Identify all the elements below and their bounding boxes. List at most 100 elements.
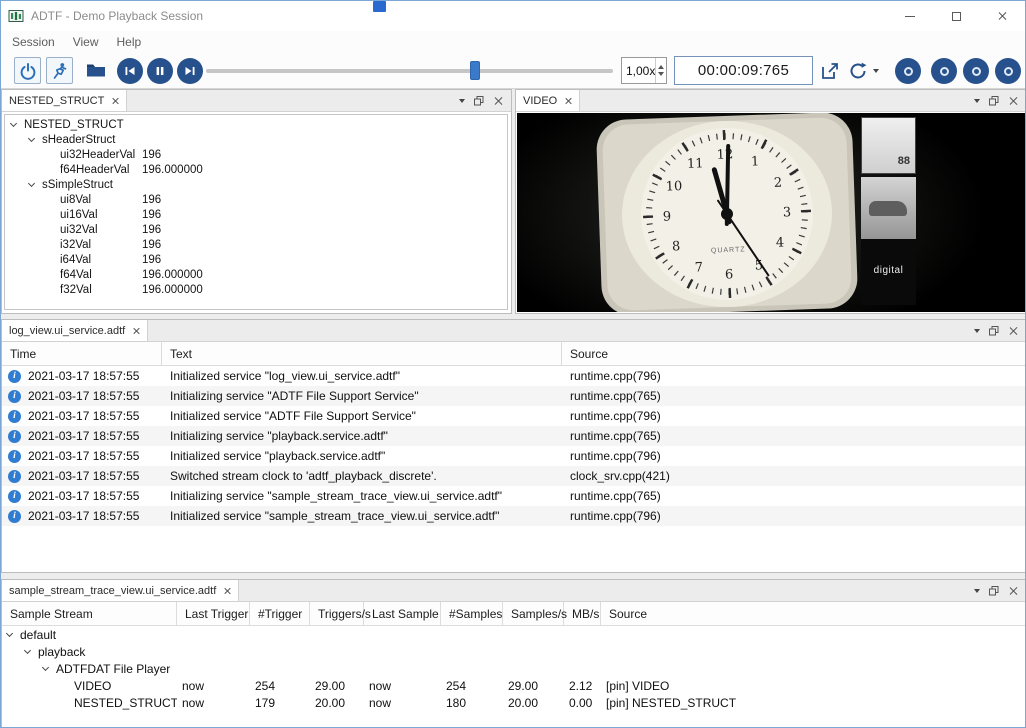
- chevron-down-icon[interactable]: [6, 630, 13, 637]
- tree-item-value: 196: [142, 209, 161, 221]
- trace-column-header[interactable]: #Trigger: [250, 602, 310, 625]
- panel-menu-caret-icon[interactable]: [459, 99, 465, 103]
- log-column-header[interactable]: Time: [2, 342, 162, 365]
- trace-row[interactable]: ADTFDAT File Player: [2, 660, 1026, 677]
- nested-struct-tree: NESTED_STRUCTsHeaderStructui32HeaderVal1…: [4, 114, 508, 310]
- clock-numeral: 2: [774, 176, 783, 191]
- close-button[interactable]: [979, 1, 1025, 31]
- tab-close-icon[interactable]: [111, 97, 119, 105]
- float-panel-icon[interactable]: [989, 586, 999, 596]
- tree-item-label: ui32Val: [60, 224, 98, 236]
- tab-stream-trace[interactable]: sample_stream_trace_view.ui_service.adtf: [2, 580, 239, 601]
- log-row[interactable]: i2021-03-17 18:57:55Switched stream cloc…: [2, 466, 1026, 486]
- clock-numeral: 11: [687, 156, 704, 172]
- tab-log-view[interactable]: log_view.ui_service.adtf: [2, 320, 148, 341]
- round-toolbar-button-2[interactable]: [931, 58, 957, 84]
- loop-dropdown-caret-icon[interactable]: [873, 69, 879, 73]
- panel-menu-caret-icon[interactable]: [974, 329, 980, 333]
- tree-row[interactable]: i64Val196: [5, 252, 507, 267]
- tab-label: NESTED_STRUCT: [9, 95, 104, 107]
- tree-row[interactable]: ui32HeaderVal196: [5, 147, 507, 162]
- tree-row[interactable]: sHeaderStruct: [5, 132, 507, 147]
- log-row[interactable]: i2021-03-17 18:57:55Initializing service…: [2, 386, 1026, 406]
- close-panel-icon[interactable]: [1008, 96, 1018, 106]
- trace-column-header[interactable]: Last Trigger: [177, 602, 250, 625]
- open-file-button[interactable]: [82, 57, 109, 84]
- minimize-button[interactable]: [887, 1, 933, 31]
- close-panel-icon[interactable]: [1008, 586, 1018, 596]
- detach-button[interactable]: [816, 57, 843, 84]
- speed-value: 1,00x: [622, 58, 655, 83]
- trace-column-header[interactable]: Triggers/s: [310, 602, 364, 625]
- panel-menu-caret-icon[interactable]: [974, 99, 980, 103]
- playback-speed-spinbox[interactable]: 1,00x: [621, 57, 667, 84]
- tab-nested-struct[interactable]: NESTED_STRUCT: [2, 90, 127, 111]
- tab-close-icon[interactable]: [564, 97, 572, 105]
- float-panel-icon[interactable]: [989, 96, 999, 106]
- skip-to-start-button[interactable]: [117, 58, 143, 84]
- trace-column-header[interactable]: Sample Stream: [2, 602, 177, 625]
- loop-button[interactable]: [845, 57, 872, 84]
- timeline-slider[interactable]: [206, 69, 613, 73]
- log-column-header[interactable]: Text: [162, 342, 562, 365]
- chevron-down-icon[interactable]: [28, 180, 35, 187]
- spin-down-icon[interactable]: [658, 72, 664, 76]
- float-panel-icon[interactable]: [474, 96, 484, 106]
- tree-row[interactable]: i32Val196: [5, 237, 507, 252]
- tab-close-icon[interactable]: [132, 327, 140, 335]
- chevron-down-icon[interactable]: [42, 664, 49, 671]
- round-toolbar-button-1[interactable]: [895, 58, 921, 84]
- power-toggle-button[interactable]: [14, 57, 41, 84]
- run-toggle-button[interactable]: [46, 57, 73, 84]
- panel-controls: [451, 90, 511, 111]
- tab-close-icon[interactable]: [223, 587, 231, 595]
- trace-column-header[interactable]: Last Sample: [364, 602, 441, 625]
- trace-row[interactable]: default: [2, 626, 1026, 643]
- tree-row[interactable]: ui16Val196: [5, 207, 507, 222]
- maximize-button[interactable]: [933, 1, 979, 31]
- trace-row[interactable]: playback: [2, 643, 1026, 660]
- spin-up-icon[interactable]: [658, 65, 664, 69]
- time-display-field[interactable]: 00:00:09:765: [674, 56, 813, 85]
- log-row[interactable]: i2021-03-17 18:57:55Initializing service…: [2, 486, 1026, 506]
- trace-row[interactable]: NESTED_STRUCTnow17920.00now18020.000.00[…: [2, 694, 1026, 711]
- round-toolbar-button-3[interactable]: [963, 58, 989, 84]
- log-text-cell: Initialized service "playback.service.ad…: [162, 449, 562, 463]
- log-column-header[interactable]: Source: [562, 342, 1026, 365]
- tree-row[interactable]: sSimpleStruct: [5, 177, 507, 192]
- panel-menu-caret-icon[interactable]: [974, 589, 980, 593]
- tree-row[interactable]: f64Val196.000000: [5, 267, 507, 282]
- log-row[interactable]: i2021-03-17 18:57:55Initialized service …: [2, 366, 1026, 386]
- trace-column-header[interactable]: Samples/s: [503, 602, 564, 625]
- trace-column-header[interactable]: #Samples: [441, 602, 503, 625]
- tree-row[interactable]: f32Val196.000000: [5, 282, 507, 297]
- log-row[interactable]: i2021-03-17 18:57:55Initialized service …: [2, 406, 1026, 426]
- chevron-down-icon[interactable]: [24, 647, 31, 654]
- tree-row[interactable]: ui32Val196: [5, 222, 507, 237]
- close-panel-icon[interactable]: [1008, 326, 1018, 336]
- menu-view[interactable]: View: [64, 33, 108, 51]
- trace-column-header[interactable]: MB/s: [564, 602, 601, 625]
- speed-spin-buttons[interactable]: [655, 58, 666, 83]
- timeline-slider-handle[interactable]: [470, 61, 480, 80]
- trace-column-header[interactable]: Source: [601, 602, 1026, 625]
- log-row[interactable]: i2021-03-17 18:57:55Initializing service…: [2, 426, 1026, 446]
- trace-row[interactable]: VIDEOnow25429.00now25429.002.12[pin] VID…: [2, 677, 1026, 694]
- tree-row[interactable]: f64HeaderVal196.000000: [5, 162, 507, 177]
- close-panel-icon[interactable]: [493, 96, 503, 106]
- tree-item-value: 196: [142, 254, 161, 266]
- menu-help[interactable]: Help: [108, 33, 151, 51]
- pause-button[interactable]: [147, 58, 173, 84]
- tree-row[interactable]: ui8Val196: [5, 192, 507, 207]
- round-toolbar-button-4[interactable]: [995, 58, 1021, 84]
- tree-row[interactable]: NESTED_STRUCT: [5, 117, 507, 132]
- chevron-down-icon[interactable]: [28, 135, 35, 142]
- chevron-down-icon[interactable]: [10, 120, 17, 127]
- menu-session[interactable]: Session: [3, 33, 64, 51]
- log-row[interactable]: i2021-03-17 18:57:55Initialized service …: [2, 506, 1026, 526]
- log-row[interactable]: i2021-03-17 18:57:55Initialized service …: [2, 446, 1026, 466]
- float-panel-icon[interactable]: [989, 326, 999, 336]
- pause-icon: [154, 65, 166, 77]
- skip-to-end-button[interactable]: [177, 58, 203, 84]
- tab-video[interactable]: VIDEO: [516, 90, 580, 111]
